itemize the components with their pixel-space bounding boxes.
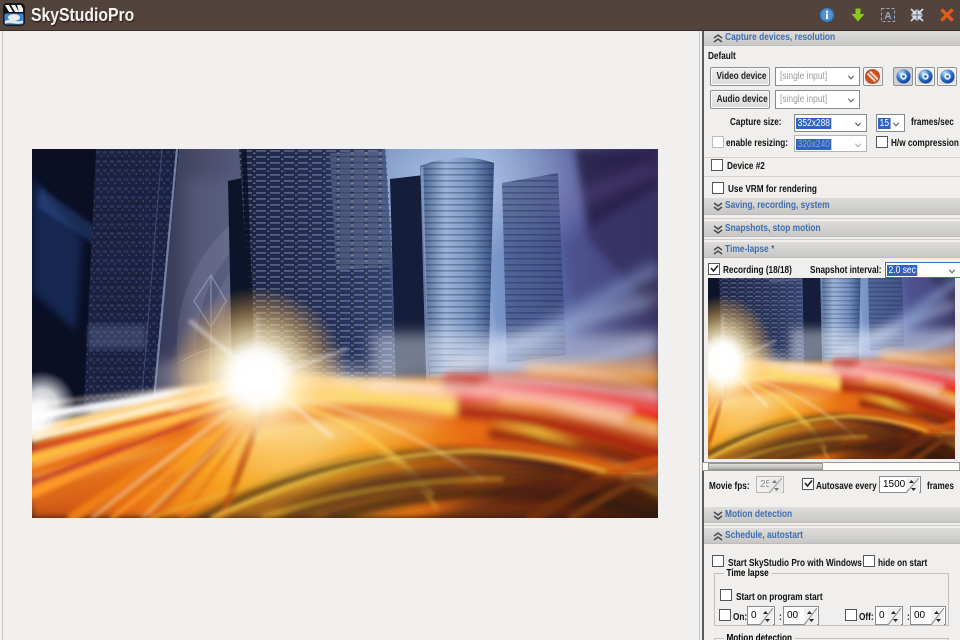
svg-text:A: A <box>884 11 891 22</box>
